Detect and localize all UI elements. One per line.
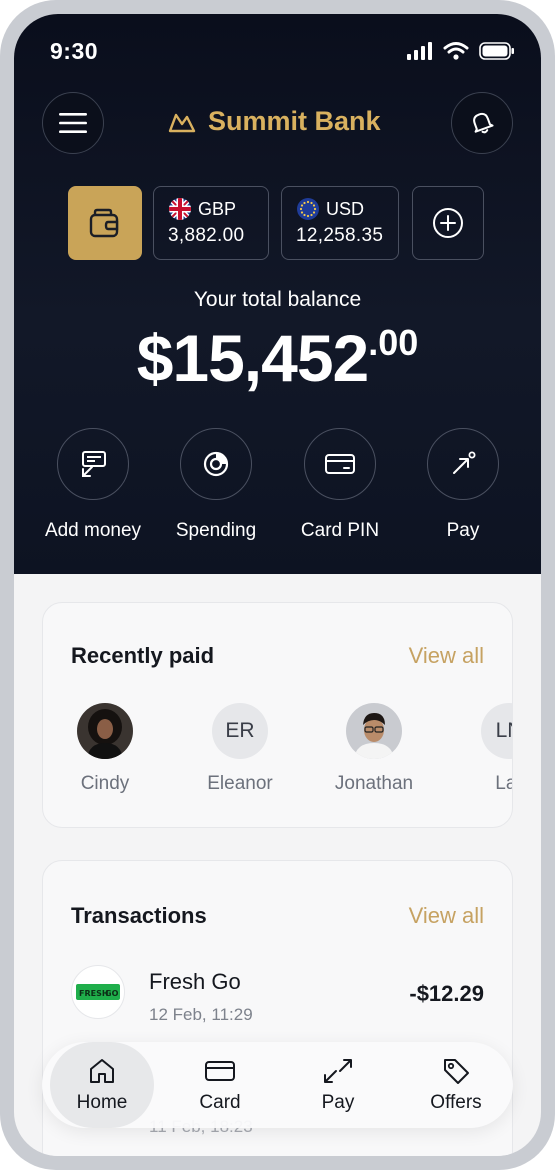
pay-button[interactable]: Pay bbox=[401, 428, 525, 542]
recent-payee[interactable]: ER Eleanor bbox=[180, 703, 300, 795]
app-screen: 9:30 Summit Bank GBP 3,882.00 USD 12,258… bbox=[14, 14, 541, 1156]
status-time: 9:30 bbox=[50, 38, 99, 64]
merchant-logo: FRESH GO bbox=[71, 965, 125, 1019]
add-currency-button[interactable] bbox=[412, 186, 484, 260]
brand-name: Summit Bank bbox=[208, 106, 381, 136]
jonathan-photo-icon bbox=[346, 703, 402, 759]
currency-amount: 12,258.35 bbox=[296, 225, 384, 246]
balance-cents: .00 bbox=[368, 322, 419, 363]
action-label: Card PIN bbox=[300, 520, 380, 541]
payee-name: Jonathan bbox=[334, 773, 414, 794]
currency-amount: 3,882.00 bbox=[168, 225, 245, 246]
recent-payee[interactable]: LN Lar bbox=[449, 703, 512, 795]
tab-label: Pay bbox=[321, 1092, 355, 1113]
status-icons bbox=[407, 41, 515, 61]
action-label: Add money bbox=[44, 520, 142, 541]
wallet-icon bbox=[89, 208, 119, 238]
transactions-view-all-link[interactable]: View all bbox=[409, 903, 484, 929]
section-title: Transactions bbox=[71, 903, 207, 928]
currency-code: USD bbox=[326, 198, 365, 219]
tab-pay[interactable]: Pay bbox=[286, 1042, 390, 1128]
tab-label: Offers bbox=[430, 1092, 482, 1113]
wallet-button[interactable] bbox=[68, 186, 142, 260]
add-money-button[interactable]: Add money bbox=[31, 428, 155, 542]
fresh-go-logo-icon: FRESH GO bbox=[76, 984, 120, 1000]
uk-flag-icon bbox=[169, 198, 191, 220]
total-balance: $15,452.00 bbox=[14, 320, 541, 396]
bell-icon bbox=[473, 112, 494, 134]
cindy-photo-icon bbox=[77, 703, 133, 759]
balance-main: $15,452 bbox=[136, 321, 370, 395]
payee-name: Cindy bbox=[80, 773, 130, 794]
balance-header: 9:30 Summit Bank GBP 3,882.00 USD 12,258… bbox=[14, 14, 541, 574]
balance-label: Your total balance bbox=[193, 288, 362, 311]
currency-usd[interactable]: USD 12,258.35 bbox=[281, 186, 399, 260]
avatar bbox=[77, 703, 133, 759]
recent-payee[interactable]: Jonathan bbox=[314, 703, 434, 795]
card-pin-button[interactable]: Card PIN bbox=[278, 428, 402, 542]
payee-name: Eleanor bbox=[207, 773, 273, 794]
wifi-icon bbox=[443, 42, 469, 60]
tab-home[interactable]: Home bbox=[50, 1042, 154, 1128]
plus-circle-icon bbox=[433, 208, 463, 238]
tab-card[interactable]: Card bbox=[168, 1042, 272, 1128]
card-icon bbox=[325, 454, 355, 474]
home-icon bbox=[90, 1059, 114, 1083]
tag-icon bbox=[444, 1059, 469, 1084]
tab-offers[interactable]: Offers bbox=[404, 1042, 508, 1128]
eu-flag-icon bbox=[297, 198, 319, 220]
avatar bbox=[346, 703, 402, 759]
transaction-date: 12 Feb, 11:29 bbox=[149, 1005, 253, 1024]
payee-name: Lar bbox=[495, 773, 512, 794]
recently-paid-card: Recently paid View all Cindy ER Eleanor bbox=[42, 602, 513, 828]
notifications-button[interactable] bbox=[451, 92, 513, 154]
card-icon bbox=[205, 1061, 235, 1081]
menu-button[interactable] bbox=[42, 92, 104, 154]
avatar: LN bbox=[481, 703, 512, 759]
tab-label: Card bbox=[199, 1092, 241, 1113]
recent-payee[interactable]: Cindy bbox=[45, 703, 165, 795]
currency-code: GBP bbox=[198, 198, 237, 219]
tab-label: Home bbox=[76, 1092, 128, 1113]
transaction-amount: -$12.29 bbox=[409, 981, 484, 1006]
bottom-tab-bar: Home Card Pay Offers bbox=[42, 1042, 513, 1128]
avatar: ER bbox=[212, 703, 268, 759]
recently-paid-view-all-link[interactable]: View all bbox=[409, 643, 484, 669]
transfer-arrows-icon bbox=[324, 1059, 352, 1083]
signal-icon bbox=[407, 42, 432, 60]
device-frame: 9:30 Summit Bank GBP 3,882.00 USD 12,258… bbox=[0, 0, 555, 1170]
section-title: Recently paid bbox=[71, 643, 215, 668]
add-money-icon bbox=[82, 451, 106, 477]
currency-gbp[interactable]: GBP 3,882.00 bbox=[153, 186, 269, 260]
brand: Summit Bank bbox=[168, 106, 381, 137]
hamburger-icon bbox=[59, 113, 87, 133]
logo-text: GO bbox=[105, 989, 119, 998]
pay-arrow-icon bbox=[453, 451, 476, 474]
mountain-logo-icon bbox=[168, 113, 196, 132]
battery-icon bbox=[479, 42, 514, 60]
action-label: Spending bbox=[175, 520, 257, 541]
action-label: Pay bbox=[446, 520, 480, 541]
merchant-name: Fresh Go bbox=[149, 969, 241, 994]
spending-button[interactable]: Spending bbox=[154, 428, 278, 542]
spending-chart-icon bbox=[203, 451, 229, 477]
